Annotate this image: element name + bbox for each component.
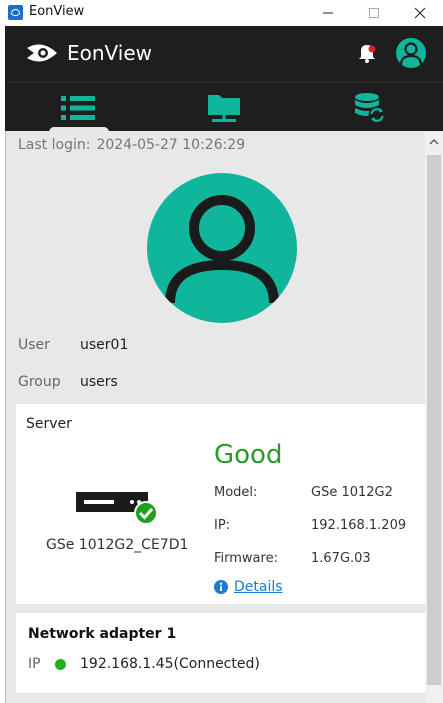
network-adapter-card: Network adapter 1 IP 192.168.1.45(Connec… (16, 613, 426, 693)
ip-value: 192.168.1.209 (311, 518, 407, 533)
tab-storage-sync[interactable] (297, 83, 443, 132)
app-icon (8, 5, 23, 20)
details-link-label[interactable]: Details (234, 579, 283, 595)
tab-overview[interactable] (5, 83, 151, 132)
firmware-label: Firmware: (214, 551, 278, 566)
details-link[interactable]: Details (214, 579, 283, 595)
group-value: users (80, 374, 118, 390)
scroll-up-button[interactable] (425, 133, 443, 151)
user-label: User (18, 337, 50, 353)
group-label: Group (18, 374, 61, 390)
last-login-label: Last login: (18, 137, 91, 153)
database-sync-icon (355, 92, 386, 123)
network-adapter-title: Network adapter 1 (28, 626, 177, 642)
ip-label: IP: (214, 518, 231, 533)
window-title: EonView (29, 4, 85, 19)
network-folder-icon (208, 94, 240, 122)
server-card-title: Server (26, 416, 72, 432)
chevron-up-icon (429, 139, 439, 145)
tab-network-folders[interactable] (151, 83, 297, 132)
user-value: user01 (80, 337, 129, 353)
model-label: Model: (214, 485, 258, 500)
minimize-icon (323, 12, 333, 14)
eon-logo-icon (27, 44, 57, 62)
main-content: Last login: 2024-05-27 10:26:29 User user… (5, 131, 426, 703)
connection-status-dot (55, 659, 66, 670)
maximize-button[interactable] (351, 0, 397, 26)
maximize-icon (369, 8, 379, 18)
server-device-name: GSe 1012G2_CE7D1 (46, 537, 189, 553)
close-icon (414, 7, 426, 19)
user-icon (399, 42, 423, 66)
minimize-button[interactable] (305, 0, 351, 26)
brand-name: EonView (67, 41, 153, 65)
list-icon (61, 95, 95, 120)
scrollbar-thumb[interactable] (427, 155, 441, 685)
profile-avatar (147, 173, 297, 323)
notification-bell-icon[interactable] (357, 42, 377, 64)
user-icon (165, 195, 279, 304)
window-titlebar: EonView (0, 0, 443, 26)
close-button[interactable] (397, 0, 443, 26)
app-header: EonView (5, 26, 443, 82)
model-value: GSe 1012G2 (311, 485, 393, 500)
last-login: Last login: 2024-05-27 10:26:29 (18, 137, 245, 153)
tab-bar (5, 82, 443, 133)
firmware-value: 1.67G.03 (311, 551, 371, 566)
network-ip-label: IP (28, 656, 41, 672)
last-login-value: 2024-05-27 10:26:29 (96, 137, 246, 153)
vertical-scrollbar[interactable] (425, 131, 443, 703)
nas-device-icon (76, 492, 158, 525)
user-avatar-button[interactable] (396, 38, 426, 68)
info-icon (214, 580, 228, 594)
server-card: Server GSe 1012G2_CE7D1 Good Model: GSe … (16, 404, 426, 604)
server-status: Good (214, 440, 283, 470)
network-ip-value: 192.168.1.45(Connected) (80, 656, 260, 672)
